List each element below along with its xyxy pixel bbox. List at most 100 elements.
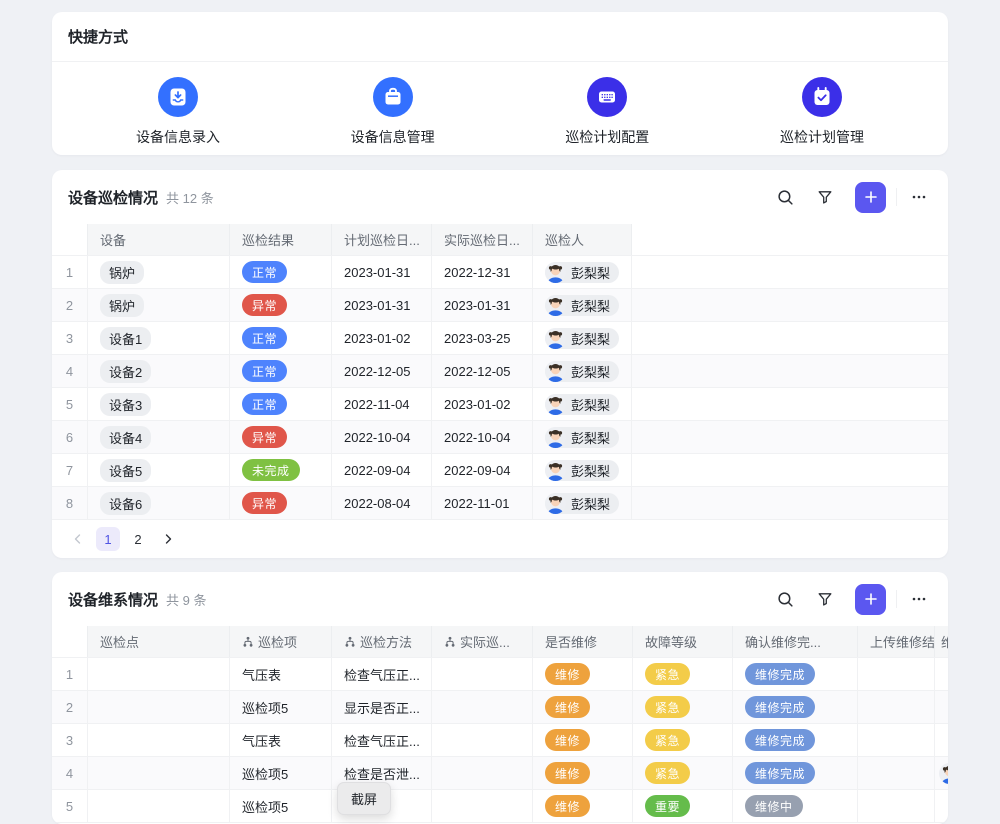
cell-inspector[interactable]: 彭梨梨: [533, 322, 632, 354]
cell-upload[interactable]: [858, 658, 935, 690]
cell-inspector[interactable]: 彭梨梨: [533, 355, 632, 387]
cell-repair[interactable]: 维修: [533, 757, 633, 789]
cell-upload[interactable]: [858, 757, 935, 789]
cell-point[interactable]: [88, 757, 230, 789]
cell-repair[interactable]: 维修: [533, 691, 633, 723]
chevron-left-icon[interactable]: [66, 527, 90, 551]
cell-result[interactable]: 异常: [230, 289, 332, 321]
cell-actual-date[interactable]: 2022-10-04: [432, 421, 533, 453]
cell-device[interactable]: 设备6: [88, 487, 230, 519]
cell-actual-date[interactable]: 2023-03-25: [432, 322, 533, 354]
col-actual-date[interactable]: 实际巡检日...: [432, 224, 533, 255]
cell-item[interactable]: 气压表: [230, 658, 332, 690]
cell-actual-date[interactable]: 2022-12-31: [432, 256, 533, 288]
cell-planned-date[interactable]: 2022-11-04: [332, 388, 432, 420]
cell-result[interactable]: 未完成: [230, 454, 332, 486]
cell-planned-date[interactable]: 2022-12-05: [332, 355, 432, 387]
shortcut-plan-config[interactable]: 巡检计划配置: [541, 77, 673, 147]
cell-point[interactable]: [88, 691, 230, 723]
cell-repair[interactable]: 维修: [533, 658, 633, 690]
page-button-2[interactable]: 2: [126, 527, 150, 551]
cell-planned-date[interactable]: 2022-08-04: [332, 487, 432, 519]
cell-planned-date[interactable]: 2022-10-04: [332, 421, 432, 453]
cell-item[interactable]: 巡检项5: [230, 790, 332, 822]
cell-actual[interactable]: [432, 658, 533, 690]
cell-inspector[interactable]: 彭梨梨: [533, 289, 632, 321]
cell-device[interactable]: 设备5: [88, 454, 230, 486]
add-record-button[interactable]: [855, 182, 886, 213]
cell-repair[interactable]: 维修: [533, 724, 633, 756]
cell-planned-date[interactable]: 2023-01-31: [332, 256, 432, 288]
cell-extra[interactable]: [935, 658, 948, 690]
col-inspector[interactable]: 巡检人: [533, 224, 632, 255]
cell-actual-date[interactable]: 2022-09-04: [432, 454, 533, 486]
shortcut-device-entry[interactable]: 设备信息录入: [112, 77, 244, 147]
col-point[interactable]: 巡检点: [88, 626, 230, 657]
cell-upload[interactable]: [858, 691, 935, 723]
cell-actual[interactable]: [432, 790, 533, 822]
col-planned-date[interactable]: 计划巡检日...: [332, 224, 432, 255]
cell-confirm[interactable]: 维修完成: [733, 658, 858, 690]
cell-level[interactable]: 紧急: [633, 658, 733, 690]
cell-device[interactable]: 锅炉: [88, 256, 230, 288]
cell-confirm[interactable]: 维修中: [733, 790, 858, 822]
cell-upload[interactable]: [858, 790, 935, 822]
cell-repair[interactable]: 维修: [533, 790, 633, 822]
cell-device[interactable]: 锅炉: [88, 289, 230, 321]
cell-point[interactable]: [88, 724, 230, 756]
add-record-button[interactable]: [855, 584, 886, 615]
cell-level[interactable]: 重要: [633, 790, 733, 822]
cell-actual[interactable]: [432, 757, 533, 789]
cell-planned-date[interactable]: 2022-09-04: [332, 454, 432, 486]
cell-level[interactable]: 紧急: [633, 691, 733, 723]
cell-item[interactable]: 巡检项5: [230, 757, 332, 789]
filter-icon[interactable]: [812, 184, 838, 210]
cell-extra[interactable]: [935, 691, 948, 723]
cell-actual-date[interactable]: 2022-11-01: [432, 487, 533, 519]
cell-confirm[interactable]: 维修完成: [733, 724, 858, 756]
cell-result[interactable]: 正常: [230, 322, 332, 354]
chevron-right-icon[interactable]: [156, 527, 180, 551]
cell-device[interactable]: 设备2: [88, 355, 230, 387]
col-device[interactable]: 设备: [88, 224, 230, 255]
cell-inspector[interactable]: 彭梨梨: [533, 454, 632, 486]
cell-device[interactable]: 设备3: [88, 388, 230, 420]
col-confirm[interactable]: 确认维修完...: [733, 626, 858, 657]
cell-actual[interactable]: [432, 724, 533, 756]
cell-device[interactable]: 设备1: [88, 322, 230, 354]
col-method[interactable]: 巡检方法: [332, 626, 432, 657]
cell-planned-date[interactable]: 2023-01-31: [332, 289, 432, 321]
col-upload[interactable]: 上传维修结...: [858, 626, 935, 657]
cell-item[interactable]: 巡检项5: [230, 691, 332, 723]
cell-confirm[interactable]: 维修完成: [733, 691, 858, 723]
shortcut-plan-manage[interactable]: 巡检计划管理: [756, 77, 888, 147]
cell-actual-date[interactable]: 2022-12-05: [432, 355, 533, 387]
col-extra[interactable]: 维: [935, 626, 948, 657]
col-repair[interactable]: 是否维修: [533, 626, 633, 657]
cell-result[interactable]: 异常: [230, 487, 332, 519]
cell-result[interactable]: 异常: [230, 421, 332, 453]
search-icon[interactable]: [772, 586, 798, 612]
filter-icon[interactable]: [812, 586, 838, 612]
cell-method[interactable]: 检查气压正...: [332, 724, 432, 756]
col-result[interactable]: 巡检结果: [230, 224, 332, 255]
col-item[interactable]: 巡检项: [230, 626, 332, 657]
more-icon[interactable]: [906, 586, 932, 612]
cell-extra[interactable]: [935, 757, 948, 789]
cell-level[interactable]: 紧急: [633, 724, 733, 756]
cell-result[interactable]: 正常: [230, 256, 332, 288]
more-icon[interactable]: [906, 184, 932, 210]
cell-upload[interactable]: [858, 724, 935, 756]
page-button-1[interactable]: 1: [96, 527, 120, 551]
cell-device[interactable]: 设备4: [88, 421, 230, 453]
cell-inspector[interactable]: 彭梨梨: [533, 388, 632, 420]
cell-point[interactable]: [88, 658, 230, 690]
cell-actual-date[interactable]: 2023-01-02: [432, 388, 533, 420]
cell-extra[interactable]: [935, 724, 948, 756]
cell-item[interactable]: 气压表: [230, 724, 332, 756]
cell-method[interactable]: 检查气压正...: [332, 658, 432, 690]
cell-point[interactable]: [88, 790, 230, 822]
cell-method[interactable]: 显示是否正...: [332, 691, 432, 723]
cell-inspector[interactable]: 彭梨梨: [533, 487, 632, 519]
cell-result[interactable]: 正常: [230, 388, 332, 420]
